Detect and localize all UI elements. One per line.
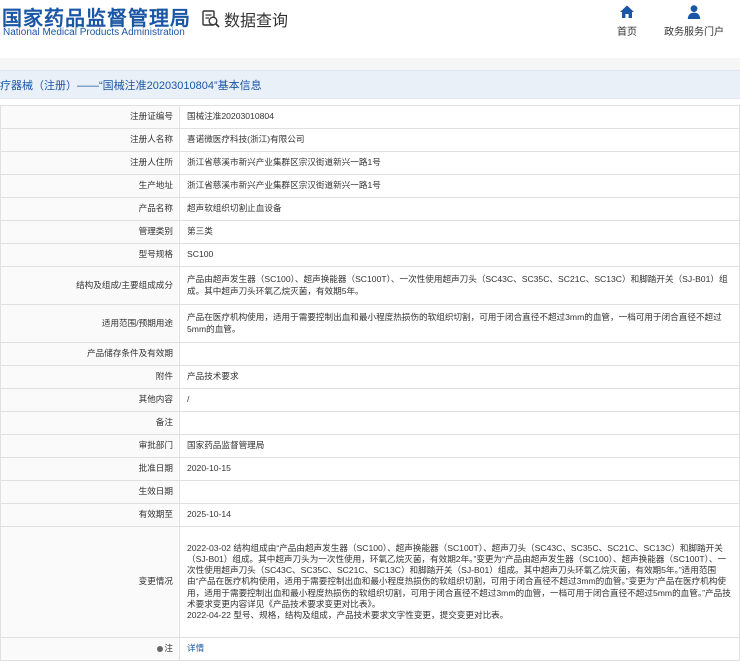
header-divider-band — [0, 58, 740, 70]
change-entry: 2022-03-02 结构组成由“产品由超声发生器（SC100）、超声换能器（S… — [187, 542, 731, 609]
row-label: 注册人名称 — [0, 128, 180, 152]
table-row: 适用范围/预期用途 产品在医疗机构使用，适用于需要控制出血和最小程度热损伤的软组… — [0, 304, 740, 343]
row-label: 生产地址 — [0, 174, 180, 198]
row-label: 生效日期 — [0, 480, 180, 504]
data-query-icon — [201, 9, 221, 29]
table-row: 批准日期 2020-10-15 — [0, 457, 740, 481]
details-link[interactable]: 详情 — [187, 643, 204, 653]
row-label: 产品名称 — [0, 197, 180, 221]
row-value: SC100 — [179, 243, 740, 267]
nav-home-label: 首页 — [617, 27, 637, 38]
user-icon — [664, 4, 724, 21]
row-value: 浙江省慈溪市新兴产业集群区宗汉街道新兴一路1号 — [179, 174, 740, 198]
row-value: 产品由超声发生器（SC100）、超声换能器（SC100T）、一次性使用超声刀头（… — [179, 266, 740, 305]
row-value: 2025-10-14 — [179, 503, 740, 527]
row-label: 其他内容 — [0, 388, 180, 412]
row-value: 喜诺微医疗科技(浙江)有限公司 — [179, 128, 740, 152]
note-value-cell: 详情 — [179, 637, 740, 661]
table-row: 其他内容 / — [0, 388, 740, 412]
change-entry: 2022-04-22 型号、规格，结构及组成，产品技术要求文字性变更，提交变更对… — [187, 610, 509, 620]
table-row: 审批部门 国家药品监督管理局 — [0, 434, 740, 458]
row-value: 产品在医疗机构使用，适用于需要控制出血和最小程度热损伤的软组织切割，可用于闭合直… — [179, 304, 740, 343]
row-label: 备注 — [0, 411, 180, 435]
record-title: 疗器械（注册）——“国械注准20203010804”基本信息 — [0, 80, 262, 92]
row-label: 产品储存条件及有效期 — [0, 342, 180, 366]
row-label: 有效期至 — [0, 503, 180, 527]
table-row: 管理类别 第三类 — [0, 220, 740, 244]
row-value: 2020-10-15 — [179, 457, 740, 481]
table-row: 有效期至 2025-10-14 — [0, 503, 740, 527]
site-logo-en: National Medical Products Administration — [3, 27, 185, 38]
table-row: 注册证编号 国械注准20203010804 — [0, 105, 740, 129]
data-query-section: 数据查询 — [201, 7, 288, 31]
table-row: 变更情况 2022-03-02 结构组成由“产品由超声发生器（SC100）、超声… — [0, 526, 740, 638]
row-value: 超声软组织切割止血设备 — [179, 197, 740, 221]
row-label: 注册人住所 — [0, 151, 180, 175]
table-row: 注 详情 — [0, 637, 740, 661]
row-label: 型号规格 — [0, 243, 180, 267]
table-row: 生效日期 — [0, 480, 740, 504]
site-header: 国家药品监督管理局 National Medical Products Admi… — [0, 0, 740, 58]
row-value: 第三类 — [179, 220, 740, 244]
row-label: 管理类别 — [0, 220, 180, 244]
table-row: 型号规格 SC100 — [0, 243, 740, 267]
record-title-bar: 疗器械（注册）——“国械注准20203010804”基本信息 — [0, 70, 740, 99]
row-label: 注 — [164, 643, 173, 654]
record-detail-table: 注册证编号 国械注准20203010804 注册人名称 喜诺微医疗科技(浙江)有… — [0, 105, 740, 661]
table-row: 注册人住所 浙江省慈溪市新兴产业集群区宗汉街道新兴一路1号 — [0, 151, 740, 175]
row-value: / — [179, 388, 740, 412]
row-label: 适用范围/预期用途 — [0, 304, 180, 343]
row-label: 批准日期 — [0, 457, 180, 481]
nav-gov-portal-label: 政务服务门户 — [664, 27, 724, 38]
change-history: 2022-03-02 结构组成由“产品由超声发生器（SC100）、超声换能器（S… — [179, 526, 740, 638]
data-query-label: 数据查询 — [224, 13, 289, 30]
row-value: 国家药品监督管理局 — [179, 434, 740, 458]
table-row: 备注 — [0, 411, 740, 435]
table-row: 结构及组成/主要组成成分 产品由超声发生器（SC100）、超声换能器（SC100… — [0, 266, 740, 305]
table-row: 产品名称 超声软组织切割止血设备 — [0, 197, 740, 221]
row-label: 变更情况 — [0, 526, 180, 638]
info-icon — [157, 646, 164, 653]
table-row: 附件 产品技术要求 — [0, 365, 740, 389]
table-row: 生产地址 浙江省慈溪市新兴产业集群区宗汉街道新兴一路1号 — [0, 174, 740, 198]
nav-home[interactable]: 首页 — [614, 4, 640, 38]
row-value — [179, 342, 740, 366]
table-row: 注册人名称 喜诺微医疗科技(浙江)有限公司 — [0, 128, 740, 152]
row-label: 注册证编号 — [0, 105, 180, 129]
row-label: 结构及组成/主要组成成分 — [0, 266, 180, 305]
row-value: 国械注准20203010804 — [179, 105, 740, 129]
row-label: 审批部门 — [0, 434, 180, 458]
row-value — [179, 411, 740, 435]
note-label-cell: 注 — [0, 637, 180, 661]
row-label: 附件 — [0, 365, 180, 389]
row-value: 浙江省慈溪市新兴产业集群区宗汉街道新兴一路1号 — [179, 151, 740, 175]
row-value: 产品技术要求 — [179, 365, 740, 389]
home-icon — [614, 4, 640, 21]
table-row: 产品储存条件及有效期 — [0, 342, 740, 366]
row-value — [179, 480, 740, 504]
nav-gov-portal[interactable]: 政务服务门户 — [664, 4, 724, 38]
